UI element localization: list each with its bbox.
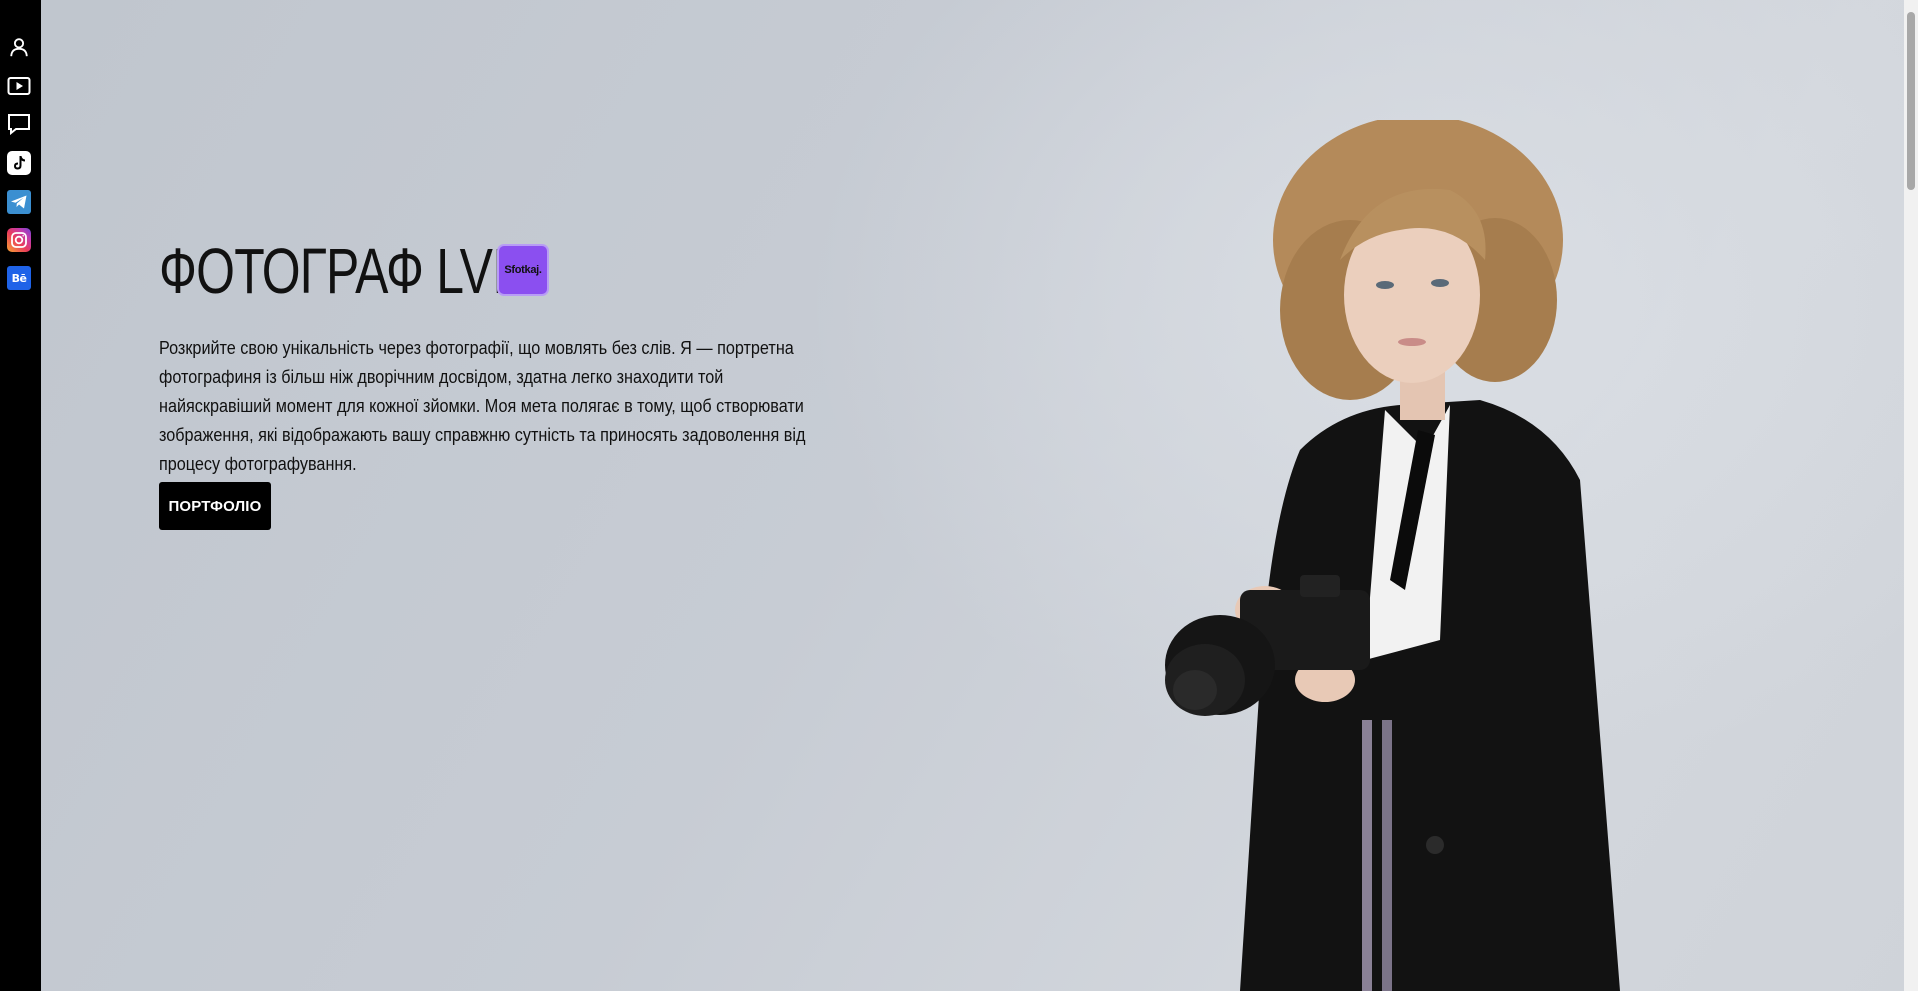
hero-title-row: ФОТОГРАФ LVIV Sfotkaj.: [159, 234, 579, 308]
user-icon[interactable]: [7, 35, 31, 59]
brand-logo-text: Sfotkaj.: [504, 264, 542, 276]
behance-icon-label: Bē: [11, 271, 27, 285]
instagram-icon[interactable]: [7, 228, 31, 252]
scrollbar-thumb[interactable]: [1907, 12, 1915, 190]
portfolio-button[interactable]: ПОРТФОЛІО: [159, 482, 271, 530]
page-scrollbar[interactable]: [1904, 0, 1918, 991]
chat-icon[interactable]: [7, 112, 31, 136]
behance-icon[interactable]: Bē: [7, 266, 31, 290]
brand-logo: Sfotkaj.: [497, 244, 549, 296]
hero-description: Розкрийте свою унікальність через фотогр…: [159, 338, 806, 474]
hero-photo: [1165, 120, 1620, 991]
telegram-icon[interactable]: [7, 190, 31, 214]
video-icon[interactable]: [7, 74, 31, 98]
page: Bē ФОТОГРАФ LVIV Sfotkaj. Розкрийте свою…: [0, 0, 1918, 991]
tiktok-icon[interactable]: [7, 151, 31, 175]
social-sidebar: Bē: [0, 0, 41, 991]
page-title: ФОТОГРАФ LVIV: [159, 235, 538, 307]
